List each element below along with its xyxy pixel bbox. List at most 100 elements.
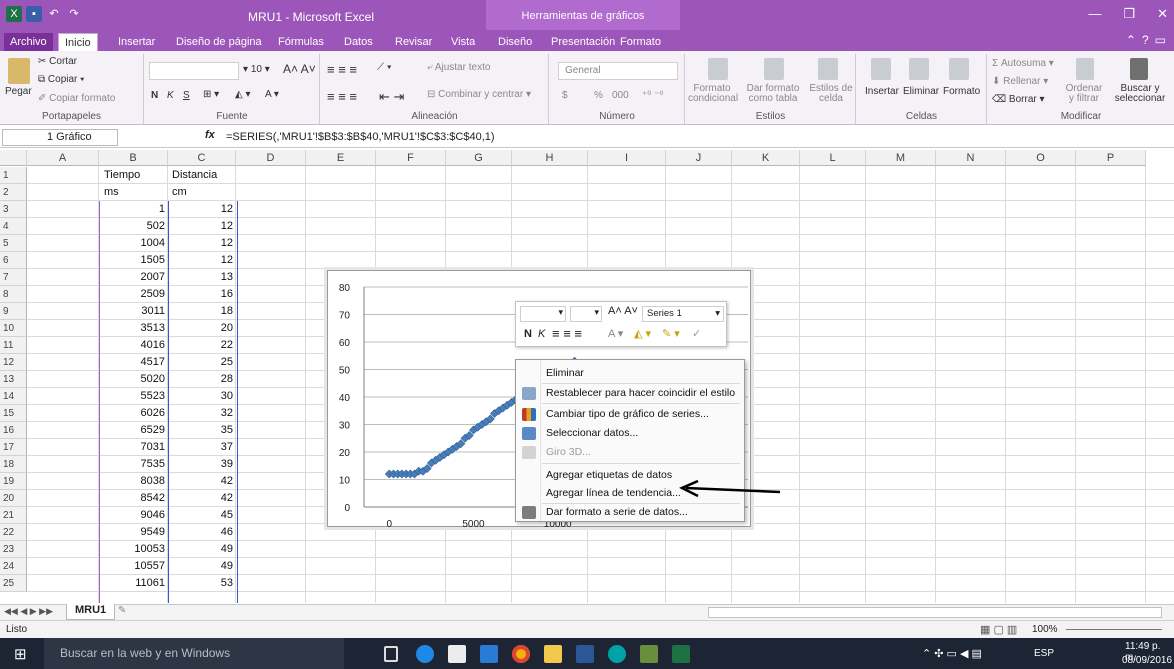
mini-align-icon[interactable]: ≡ ≡ ≡ xyxy=(552,326,582,341)
row-header-22[interactable]: 22 xyxy=(0,524,27,541)
row-header-17[interactable]: 17 xyxy=(0,439,27,456)
binoculars-icon[interactable] xyxy=(1130,58,1148,80)
column-header-g[interactable]: G xyxy=(446,150,512,166)
fill-button[interactable]: ⬇ Rellenar ▾ xyxy=(992,76,1048,87)
mini-size-select[interactable]: ▾ xyxy=(570,306,602,322)
tab-inicio[interactable]: Inicio xyxy=(58,33,98,51)
mini-font-select[interactable]: ▾ xyxy=(520,306,566,322)
row-header-3[interactable]: 3 xyxy=(0,201,27,218)
word-icon[interactable] xyxy=(576,645,594,663)
column-header-h[interactable]: H xyxy=(512,150,588,166)
column-header-d[interactable]: D xyxy=(236,150,306,166)
row-header-23[interactable]: 23 xyxy=(0,541,27,558)
task-view-icon[interactable] xyxy=(384,646,398,662)
row-header-1[interactable]: 1 xyxy=(0,167,27,184)
row-header-6[interactable]: 6 xyxy=(0,252,27,269)
row-header-11[interactable]: 11 xyxy=(0,337,27,354)
mini-series-select[interactable]: Series 1 ▾ xyxy=(642,306,724,322)
paste-button[interactable]: Pegar xyxy=(5,86,32,97)
insert-button[interactable]: Insertar xyxy=(865,86,899,97)
orientation-icon[interactable]: ⟋ ▾ xyxy=(377,62,392,73)
insert-cells-icon[interactable] xyxy=(871,58,891,80)
format-cells-icon[interactable] xyxy=(949,58,969,80)
windows-start-icon[interactable]: ⊞ xyxy=(14,645,27,663)
column-header-l[interactable]: L xyxy=(800,150,866,166)
column-header-i[interactable]: I xyxy=(588,150,666,166)
row-header-7[interactable]: 7 xyxy=(0,269,27,286)
menu-item-agregar-etiquetas[interactable]: Agregar etiquetas de datos xyxy=(546,469,672,481)
select-all-corner[interactable] xyxy=(0,150,27,166)
menu-item-dar-formato[interactable]: Dar formato a serie de datos... xyxy=(546,506,688,518)
row-header-9[interactable]: 9 xyxy=(0,303,27,320)
conditional-format-icon[interactable] xyxy=(708,58,728,80)
language-indicator[interactable]: ESP xyxy=(1034,648,1054,659)
percent-button[interactable]: % xyxy=(594,90,603,101)
help-icon[interactable]: ? xyxy=(1142,33,1149,47)
row-header-18[interactable]: 18 xyxy=(0,456,27,473)
tab-vista[interactable]: Vista xyxy=(445,33,481,51)
edge-icon[interactable] xyxy=(416,645,434,663)
format-as-table-button[interactable]: Dar formato como tabla xyxy=(738,84,808,104)
cell-c1[interactable]: Distancia xyxy=(172,167,217,184)
tab-formato[interactable]: Formato xyxy=(614,33,667,51)
tab-presentacion[interactable]: Presentación xyxy=(545,33,621,51)
file-explorer-icon[interactable] xyxy=(544,645,562,663)
menu-item-agregar-tendencia[interactable]: Agregar línea de tendencia... xyxy=(546,487,681,499)
row-header-20[interactable]: 20 xyxy=(0,490,27,507)
row-header-24[interactable]: 24 xyxy=(0,558,27,575)
conditional-format-button[interactable]: Formato condicional xyxy=(688,84,738,104)
thousands-button[interactable]: 000 xyxy=(612,90,629,101)
fx-icon[interactable]: fx xyxy=(205,129,215,141)
chrome-icon[interactable] xyxy=(512,645,530,663)
menu-item-eliminar[interactable]: Eliminar xyxy=(546,367,584,379)
font-name-select[interactable] xyxy=(149,62,239,80)
font-size-select[interactable]: ▾ 10 ▾ xyxy=(243,64,270,75)
taskbar-search[interactable]: Buscar en la web y en Windows xyxy=(44,638,344,669)
column-header-o[interactable]: O xyxy=(1006,150,1076,166)
store-icon[interactable] xyxy=(448,645,466,663)
cut-button[interactable]: ✂ Cortar xyxy=(38,56,77,67)
align-top-icon[interactable]: ≡ ≡ ≡ xyxy=(327,62,357,77)
cell-b2[interactable]: ms xyxy=(104,184,119,201)
clear-button[interactable]: ⌫ Borrar ▾ xyxy=(992,94,1045,105)
save-icon[interactable]: ▪ xyxy=(26,6,42,22)
mini-bold-button[interactable]: N xyxy=(524,328,532,340)
autosum-button[interactable]: Σ Autosuma ▾ xyxy=(992,58,1054,69)
grow-font-icon[interactable]: A˄ A˅ xyxy=(283,62,316,76)
tray-icons[interactable]: ⌃ ✣ ▭ ◀ ▤ xyxy=(922,647,982,660)
row-header-13[interactable]: 13 xyxy=(0,371,27,388)
column-header-c[interactable]: C xyxy=(168,150,236,166)
tab-insertar[interactable]: Insertar xyxy=(112,33,161,51)
mini-italic-button[interactable]: K xyxy=(538,328,545,340)
row-header-4[interactable]: 4 xyxy=(0,218,27,235)
align-left-icon[interactable]: ≡ ≡ ≡ xyxy=(327,89,357,104)
cell-styles-icon[interactable] xyxy=(818,58,838,80)
find-select-button[interactable]: Buscar y seleccionar xyxy=(1108,84,1172,104)
view-buttons-icon[interactable]: ▦ ▢ ▥ xyxy=(980,623,1017,636)
borders-icon[interactable]: ⊞ ▾ xyxy=(203,89,219,100)
delete-cells-icon[interactable] xyxy=(909,58,929,80)
mini-grow-font-icon[interactable]: A˄ A˅ xyxy=(608,305,638,317)
copy-button[interactable]: ⧉ Copiar ▾ xyxy=(38,74,84,85)
row-header-21[interactable]: 21 xyxy=(0,507,27,524)
row-header-14[interactable]: 14 xyxy=(0,388,27,405)
column-header-e[interactable]: E xyxy=(306,150,376,166)
currency-button[interactable]: $ xyxy=(562,90,568,101)
sheet-nav-icon[interactable]: ◀◀ ◀ ▶ ▶▶ xyxy=(4,606,53,617)
tab-formulas[interactable]: Fórmulas xyxy=(272,33,330,51)
paste-icon[interactable] xyxy=(8,58,30,84)
column-header-f[interactable]: F xyxy=(376,150,446,166)
column-header-k[interactable]: K xyxy=(732,150,800,166)
table-format-icon[interactable] xyxy=(764,58,784,80)
row-header-16[interactable]: 16 xyxy=(0,422,27,439)
row-header-8[interactable]: 8 xyxy=(0,286,27,303)
sheet-tab-mru1[interactable]: MRU1 xyxy=(66,604,116,620)
row-header-2[interactable]: 2 xyxy=(0,184,27,201)
tab-diseno[interactable]: Diseño xyxy=(492,33,538,51)
undo-icon[interactable]: ↶ xyxy=(46,6,62,22)
wrap-text-button[interactable]: ⤶ Ajustar texto xyxy=(427,62,490,73)
mini-fill-icon[interactable]: ◭ ▾ xyxy=(634,327,651,340)
cell-c2[interactable]: cm xyxy=(172,184,187,201)
underline-button[interactable]: S xyxy=(183,90,190,101)
zoom-slider[interactable] xyxy=(1066,629,1162,630)
